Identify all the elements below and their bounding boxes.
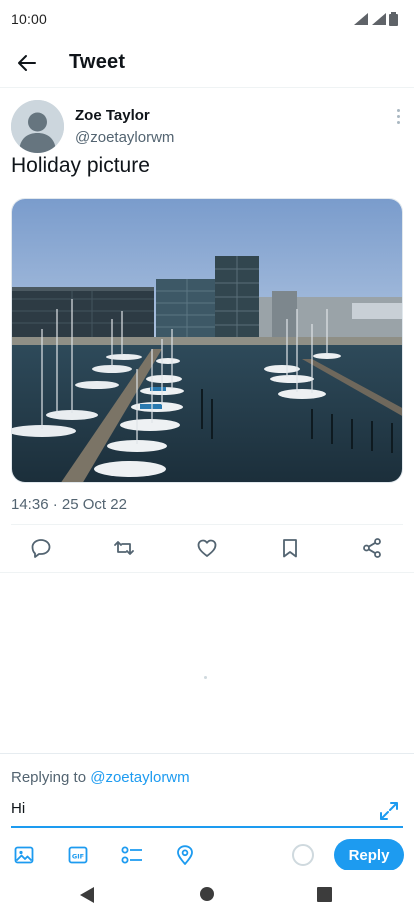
character-count-ring — [292, 844, 314, 866]
more-dot — [396, 108, 400, 112]
add-image-button[interactable] — [13, 844, 35, 866]
tweet-image[interactable] — [11, 198, 403, 483]
add-poll-button[interactable] — [121, 844, 143, 866]
home-circle-icon — [200, 887, 214, 901]
marina-photo — [12, 199, 402, 482]
like-action-button[interactable] — [195, 536, 219, 560]
page-title: Tweet — [69, 51, 126, 73]
status-bar: 10:00 — [0, 0, 414, 38]
arrow-left-icon — [18, 54, 36, 71]
back-button[interactable] — [9, 45, 45, 81]
more-dot — [396, 120, 400, 124]
reply-text-input[interactable] — [11, 796, 403, 828]
more-options-button[interactable] — [388, 106, 408, 126]
loading-dot — [204, 676, 207, 679]
bookmark-icon — [283, 539, 297, 558]
composer-toolbar: GIF Reply — [0, 838, 414, 872]
reply-button[interactable]: Reply — [334, 839, 404, 871]
replying-handle-link[interactable]: @zoetaylorwm — [90, 769, 189, 786]
tweet-header: Zoe Taylor @zoetaylorwm — [0, 88, 414, 153]
svg-text:GIF: GIF — [72, 852, 84, 860]
comment-icon — [31, 539, 51, 558]
retweet-action-button[interactable] — [112, 536, 136, 560]
system-back-button[interactable] — [80, 887, 94, 908]
divider — [0, 572, 414, 573]
wifi-icon — [354, 13, 368, 25]
system-recents-button[interactable] — [317, 887, 332, 907]
share-icon — [363, 538, 381, 558]
image-icon — [14, 846, 34, 864]
retweet-icon — [114, 541, 134, 555]
author-handle[interactable]: @zoetaylorwm — [75, 129, 174, 146]
app-bar: Tweet — [0, 38, 414, 88]
default-avatar-icon — [11, 100, 64, 153]
system-home-button[interactable] — [199, 886, 215, 907]
tweet-timestamp: 14:36 · 25 Oct 22 — [11, 496, 127, 513]
tweet-detail: Zoe Taylor @zoetaylorwm Holiday picture — [0, 88, 414, 679]
bookmark-action-button[interactable] — [278, 536, 302, 560]
status-time: 10:00 — [11, 11, 48, 27]
gif-icon: GIF — [68, 846, 88, 864]
tweet-action-bar — [0, 525, 414, 571]
heart-icon — [197, 539, 217, 557]
status-icons — [353, 12, 398, 26]
avatar[interactable] — [11, 100, 64, 153]
system-navigation-bar — [0, 870, 414, 920]
replying-prefix: Replying to — [11, 769, 87, 786]
tweet-text: Holiday picture — [11, 154, 150, 177]
share-action-button[interactable] — [360, 536, 384, 560]
expand-composer-button[interactable] — [378, 800, 400, 822]
expand-icon — [380, 802, 398, 820]
more-dot — [396, 114, 400, 118]
location-icon — [177, 845, 193, 865]
recents-square-icon — [317, 887, 332, 902]
back-triangle-icon — [80, 887, 94, 903]
reply-action-button[interactable] — [29, 536, 53, 560]
cellular-signal-icon — [372, 13, 386, 25]
add-gif-button[interactable]: GIF — [67, 844, 89, 866]
poll-icon — [121, 846, 142, 864]
add-location-button[interactable] — [174, 844, 196, 866]
replying-to-label: Replying to @zoetaylorwm — [11, 769, 190, 786]
author-name[interactable]: Zoe Taylor — [75, 107, 150, 124]
battery-icon — [389, 12, 398, 26]
reply-composer: Replying to @zoetaylorwm GIF — [0, 753, 414, 872]
